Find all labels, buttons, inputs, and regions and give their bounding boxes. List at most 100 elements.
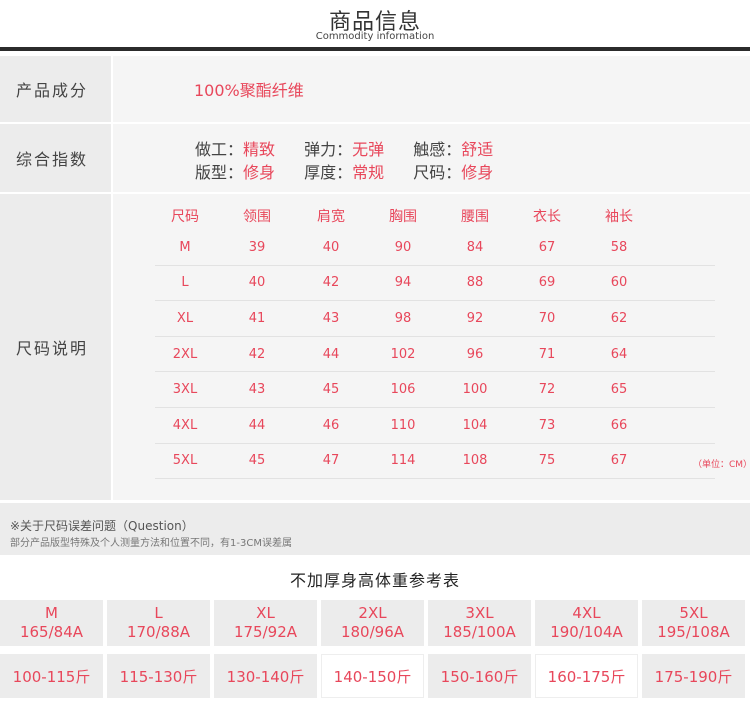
size-table-row: 3XL 43 45 106 100 72 65 — [155, 372, 715, 408]
size-table-cell: M — [179, 239, 191, 255]
size-table-row: 5XL 45 47 114 108 75 67 （单位：CM） — [155, 444, 750, 480]
reference-weight-cell: 130-140斤 — [214, 654, 317, 698]
size-table-cell: 39 — [248, 239, 266, 255]
touch-key: 触感： — [413, 140, 462, 159]
header-divider — [0, 47, 750, 51]
composition-row: 产品成分 100%聚酯纤维 — [0, 56, 750, 122]
reference-title: 不加厚身高体重参考表 — [289, 571, 460, 590]
size-table-cell: 4XL — [172, 417, 198, 433]
composition-value-cell: 100%聚酯纤维 — [113, 56, 750, 122]
size-table-header-cell: 领围 — [243, 209, 271, 225]
workmanship-value: 精致 — [243, 140, 276, 159]
thickness-key: 厚度： — [304, 163, 353, 182]
size-chart-cell: 尺码 领围 肩宽 胸围 腰围 衣长 袖长 M 39 40 90 84 67 58 L 40 42 94 88 69 60… — [113, 194, 750, 500]
reference-weight-cell: 150-160斤 — [428, 654, 531, 698]
reference-size-cell: 3XL 185/100A — [428, 600, 531, 646]
size-table-cell: 3XL — [172, 382, 198, 398]
sizing-value: 修身 — [461, 163, 494, 182]
size-table-cell: 90 — [394, 239, 412, 255]
size-table-cell: 96 — [466, 346, 484, 362]
size-table-cell: 58 — [610, 239, 628, 255]
unit-note: （单位：CM） — [693, 459, 750, 470]
reference-size-cell: 5XL 195/108A — [642, 600, 745, 646]
reference-size-cell: L 170/88A — [107, 600, 210, 646]
reference-size-label: M — [45, 604, 58, 622]
size-table-row: XL 41 43 98 92 70 62 — [155, 301, 715, 337]
size-table-cell: 45 — [248, 453, 266, 469]
reference-height-label: 190/104A — [550, 623, 623, 641]
reference-size-cell: XL 175/92A — [214, 600, 317, 646]
size-table-cell: 98 — [394, 310, 412, 326]
elasticity-key: 弹力： — [304, 140, 353, 159]
size-table-cell: 72 — [538, 382, 556, 398]
size-table-cell: 46 — [322, 417, 340, 433]
size-table-header-cell: 肩宽 — [317, 209, 345, 225]
size-table-cell: 100 — [462, 382, 488, 398]
size-table-cell: 75 — [538, 453, 556, 469]
size-table-cell: 45 — [322, 382, 340, 398]
size-table-cell: 40 — [248, 275, 266, 291]
size-table-cell: 71 — [538, 346, 556, 362]
size-table-cell: 67 — [538, 239, 556, 255]
size-table-header-cell: 胸围 — [389, 209, 417, 225]
size-table-row: M 39 40 90 84 67 58 — [155, 230, 715, 266]
size-table-cell: 114 — [390, 453, 416, 469]
reference-weight-cell: 100-115斤 — [0, 654, 103, 698]
question-text: 部分产品版型特殊及个人测量方法和位置不同，有1-3CM误差属 — [10, 538, 292, 549]
reference-height-label: 185/100A — [443, 623, 516, 641]
size-table-header: 尺码 领围 肩宽 胸围 腰围 衣长 袖长 — [155, 206, 715, 230]
size-table-cell: 62 — [610, 310, 628, 326]
elasticity-value: 无弹 — [352, 140, 385, 159]
size-table-cell: 65 — [610, 382, 628, 398]
reference-height-label: 165/84A — [19, 623, 84, 641]
reference-weight-cell: 115-130斤 — [107, 654, 210, 698]
reference-size-label: 2XL — [358, 604, 387, 622]
composition-value: 100%聚酯纤维 — [194, 81, 304, 100]
reference-height-label: 170/88A — [126, 623, 191, 641]
reference-weight-cell: 175-190斤 — [642, 654, 745, 698]
size-table-cell: 42 — [322, 275, 340, 291]
question-title: ※关于尺码误差问题（Question） — [10, 519, 194, 533]
reference-size-row: M 165/84A L 170/88A XL 175/92A 2XL 180/96A 3XL 18… — [0, 600, 750, 646]
size-error-note: ※关于尺码误差问题（Question） 部分产品版型特殊及个人测量方法和位置不同… — [0, 503, 750, 555]
touch-value: 舒适 — [461, 140, 494, 159]
size-table-cell: 84 — [466, 239, 484, 255]
thickness-value: 常规 — [352, 163, 385, 182]
size-table-cell: 70 — [538, 310, 556, 326]
size-table-cell: 60 — [610, 275, 628, 291]
size-table-header-cell: 尺码 — [171, 209, 199, 225]
size-table-cell: 92 — [466, 310, 484, 326]
size-chart-row: 尺码说明 尺码 领围 肩宽 胸围 腰围 衣长 袖长 M 39 40 90 84 67 58 L 40 42 94 8… — [0, 194, 750, 500]
size-table-row: 2XL 42 44 102 96 71 64 — [155, 337, 715, 373]
reference-height-label: 180/96A — [340, 623, 405, 641]
size-table-cell: 88 — [466, 275, 484, 291]
size-table: 尺码 领围 肩宽 胸围 腰围 衣长 袖长 M 39 40 90 84 67 58 L 40 42 94 88 69 60… — [155, 206, 750, 480]
reference-size-label: 5XL — [679, 604, 708, 622]
composition-label: 产品成分 — [0, 56, 111, 122]
size-table-cell: 69 — [538, 275, 556, 291]
size-table-row: L 40 42 94 88 69 60 — [155, 266, 715, 302]
size-table-cell: 42 — [248, 346, 266, 362]
size-table-cell: 66 — [610, 417, 628, 433]
size-table-cell: XL — [176, 310, 194, 326]
fit-key: 版型： — [195, 163, 244, 182]
reference-size-cell: 2XL 180/96A — [321, 600, 424, 646]
reference-weight-cell: 140-150斤 — [321, 654, 424, 698]
size-table-cell: 43 — [322, 310, 340, 326]
size-table-cell: 44 — [248, 417, 266, 433]
size-table-header-cell: 腰围 — [461, 209, 489, 225]
page-header: 商品信息 Commodity information — [0, 0, 750, 50]
size-table-cell: 110 — [390, 417, 416, 433]
size-table-cell: 108 — [462, 453, 488, 469]
reference-weight-cell: 160-175斤 — [535, 654, 638, 698]
reference-size-cell: M 165/84A — [0, 600, 103, 646]
workmanship-key: 做工： — [195, 140, 244, 159]
index-row: 综合指数 做工：精致 弹力：无弹 触感：舒适 版型：修身 厚度：常规 尺码：修身 — [0, 124, 750, 192]
size-table-cell: 73 — [538, 417, 556, 433]
size-table-cell: 2XL — [172, 346, 198, 362]
reference-size-label: 3XL — [465, 604, 494, 622]
index-line-1: 做工：精致 弹力：无弹 触感：舒适 — [195, 136, 517, 160]
reference-size-label: 4XL — [572, 604, 601, 622]
size-chart-label: 尺码说明 — [0, 194, 111, 500]
reference-height-label: 175/92A — [233, 623, 298, 641]
